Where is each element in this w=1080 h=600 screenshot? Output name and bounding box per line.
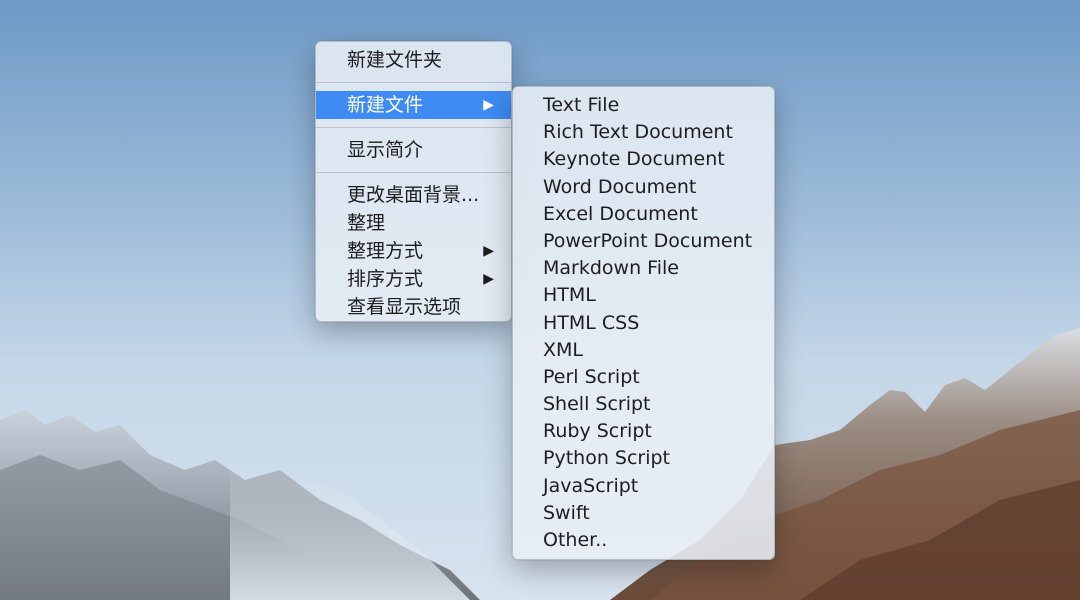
menu-item-label: 更改桌面背景... [347, 184, 480, 206]
menu-item-label: 查看显示选项 [347, 296, 462, 318]
menu-item-sort-by[interactable]: 排序方式 ▶ [316, 265, 511, 293]
menu-separator [316, 82, 511, 83]
menu-item-change-desktop-background[interactable]: 更改桌面背景... [316, 181, 511, 209]
menu-item-label: 排序方式 [347, 268, 424, 290]
submenu-item-html-css[interactable]: HTML CSS [513, 310, 774, 337]
menu-item-label: 新建文件 [347, 94, 424, 116]
menu-item-label: 显示简介 [347, 139, 424, 161]
desktop-context-menu: 新建文件夹 新建文件 ▶ 显示简介 更改桌面背景... 整理 整理方式 ▶ 排序… [315, 41, 512, 322]
submenu-arrow-icon: ▶ [483, 97, 494, 113]
submenu-item-ruby-script[interactable]: Ruby Script [513, 418, 774, 445]
submenu-item-markdown-file[interactable]: Markdown File [513, 255, 774, 282]
submenu-item-shell-script[interactable]: Shell Script [513, 391, 774, 418]
submenu-item-keynote-document[interactable]: Keynote Document [513, 146, 774, 173]
menu-item-show-view-options[interactable]: 查看显示选项 [316, 293, 511, 321]
submenu-item-swift[interactable]: Swift [513, 500, 774, 527]
submenu-item-word-document[interactable]: Word Document [513, 174, 774, 201]
menu-item-label: 新建文件夹 [347, 49, 443, 71]
menu-item-new-file[interactable]: 新建文件 ▶ [316, 91, 511, 119]
submenu-item-excel-document[interactable]: Excel Document [513, 201, 774, 228]
menu-item-get-info[interactable]: 显示简介 [316, 136, 511, 164]
submenu-item-other[interactable]: Other.. [513, 527, 774, 554]
submenu-item-text-file[interactable]: Text File [513, 92, 774, 119]
submenu-arrow-icon: ▶ [483, 243, 494, 259]
menu-item-new-folder[interactable]: 新建文件夹 [316, 46, 511, 74]
menu-separator [316, 172, 511, 173]
submenu-item-html[interactable]: HTML [513, 282, 774, 309]
submenu-item-rich-text-document[interactable]: Rich Text Document [513, 119, 774, 146]
menu-separator [316, 127, 511, 128]
menu-item-clean-up[interactable]: 整理 [316, 209, 511, 237]
submenu-item-javascript[interactable]: JavaScript [513, 473, 774, 500]
submenu-item-perl-script[interactable]: Perl Script [513, 364, 774, 391]
menu-item-label: 整理方式 [347, 240, 424, 262]
submenu-item-powerpoint-document[interactable]: PowerPoint Document [513, 228, 774, 255]
new-file-submenu: Text File Rich Text Document Keynote Doc… [512, 86, 775, 560]
menu-item-label: 整理 [347, 212, 386, 234]
submenu-item-xml[interactable]: XML [513, 337, 774, 364]
submenu-arrow-icon: ▶ [483, 271, 494, 287]
menu-item-clean-up-by[interactable]: 整理方式 ▶ [316, 237, 511, 265]
submenu-item-python-script[interactable]: Python Script [513, 445, 774, 472]
